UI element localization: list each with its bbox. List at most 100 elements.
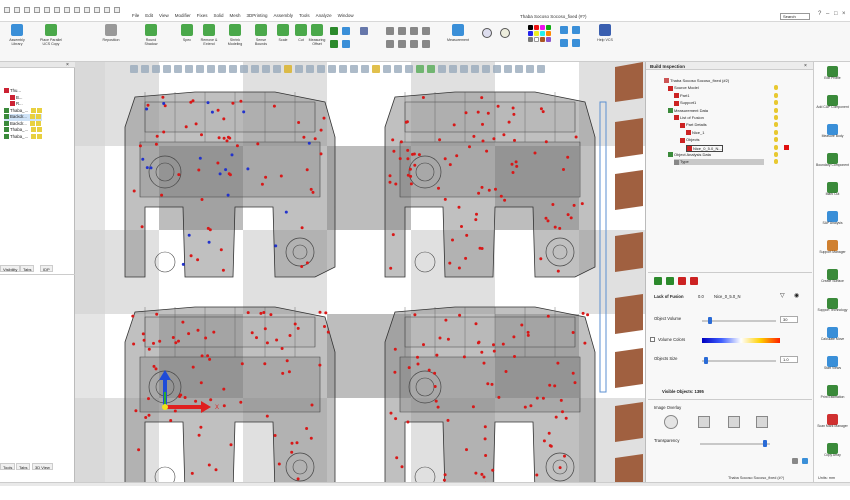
color-swatch-green[interactable] (546, 25, 551, 30)
viewport-tool-icon[interactable] (427, 65, 435, 73)
color-swatch-gray[interactable] (528, 37, 533, 42)
viewport-tool-icon[interactable] (152, 65, 160, 73)
ribbon-button-12[interactable]: Help VCS (594, 24, 616, 60)
inspection-tree-item[interactable]: Part Details (680, 122, 707, 128)
ribbon-button-0[interactable]: Assembly Library (6, 24, 28, 60)
ribbon-button-2[interactable]: Reposition (100, 24, 122, 60)
viewport-tool-icon[interactable] (471, 65, 479, 73)
viewport-tool-icon[interactable] (405, 65, 413, 73)
viewport-tool-icon[interactable] (482, 65, 490, 73)
undo-icon[interactable] (44, 7, 50, 13)
menu-item-solid[interactable]: Solid (214, 13, 224, 21)
blue-arrow-icon-2[interactable] (342, 40, 350, 48)
viewport-tool-icon[interactable] (372, 65, 380, 73)
export-icon[interactable] (802, 458, 808, 464)
tab-idp[interactable]: IDP (40, 265, 53, 272)
eraser-icon[interactable] (560, 39, 568, 47)
inspection-tree-item[interactable]: Objects (680, 137, 700, 143)
ruler-icon[interactable] (114, 7, 120, 13)
visibility-bulb-icon[interactable] (774, 115, 778, 120)
zoom-fit-icon[interactable] (500, 28, 510, 38)
lock-icon[interactable] (37, 133, 43, 139)
viewport-tool-icon[interactable] (460, 65, 468, 73)
tool-start-views[interactable]: Start Views (816, 356, 849, 371)
ribbon-button-7[interactable]: Sense Bounds (250, 24, 272, 60)
menu-item-file[interactable]: File (132, 13, 139, 21)
tool-support-manager[interactable]: Support Manager (816, 240, 849, 255)
menu-item-3dprinting[interactable]: 3DPrinting (247, 13, 268, 21)
color-swatch-red[interactable] (534, 25, 539, 30)
viewport-tool-icon[interactable] (207, 65, 215, 73)
view-icon-2[interactable] (398, 27, 406, 35)
brush-icon[interactable] (560, 26, 568, 34)
zoom-icon[interactable] (482, 28, 492, 38)
tool-edit-profile[interactable]: Edit Profile (816, 66, 849, 81)
green-arrow-icon-2[interactable] (330, 40, 338, 48)
lock-icon[interactable] (37, 107, 43, 113)
visibility-bulb-icon[interactable] (774, 137, 778, 143)
color-swatch-brown[interactable] (540, 37, 545, 42)
minimize-button[interactable]: – (826, 11, 829, 17)
ribbon-button-10[interactable]: Measuring Offset (306, 24, 328, 60)
menu-item-view[interactable]: View (159, 13, 169, 21)
inspection-tree-item[interactable]: Type (674, 159, 764, 165)
viewport-tool-icon[interactable] (295, 65, 303, 73)
view-icon-7[interactable] (410, 40, 418, 48)
color-swatch-white[interactable] (534, 37, 539, 42)
menu-item-analyze[interactable]: Analyze (316, 13, 332, 21)
tool-support-technology[interactable]: Support Technology (816, 298, 849, 313)
visibility-icon[interactable] (31, 107, 37, 113)
delete-icon[interactable] (678, 277, 686, 285)
color-swatch-magenta[interactable] (540, 25, 545, 30)
viewport-tool-icon[interactable] (163, 65, 171, 73)
menu-item-mesh[interactable]: Mesh (230, 13, 241, 21)
viewport-tool-icon[interactable] (174, 65, 182, 73)
viewport-canvas[interactable]: X (75, 62, 645, 482)
visibility-bulb-icon[interactable] (774, 100, 778, 106)
transparency-thumb[interactable] (763, 440, 767, 447)
tool-create-surface[interactable]: Create Surface (816, 269, 849, 284)
visibility-bulb-icon[interactable] (774, 144, 778, 150)
viewport-tool-icon[interactable] (130, 65, 138, 73)
part-tree-item[interactable]: Thaba_... (4, 134, 43, 141)
ribbon-button-6[interactable]: Shrink Modeling (224, 24, 246, 60)
ribbon-button-5[interactable]: Remove & Extend (198, 24, 220, 60)
viewport-tool-icon[interactable] (504, 65, 512, 73)
viewport-tool-icon[interactable] (196, 65, 204, 73)
view-icon-8[interactable] (422, 40, 430, 48)
viewport-tool-icon[interactable] (251, 65, 259, 73)
visibility-bulb-icon[interactable] (774, 85, 778, 91)
cursor-icon[interactable] (84, 7, 90, 13)
viewport-tool-icon[interactable] (438, 65, 446, 73)
viewport-tool-icon[interactable] (185, 65, 193, 73)
grid-icon[interactable] (94, 7, 100, 13)
tool-print-estimation[interactable]: Print Estimation (816, 385, 849, 400)
viewport-tool-icon[interactable] (328, 65, 336, 73)
view-icon-6[interactable] (398, 40, 406, 48)
color-swatch-black[interactable] (528, 25, 533, 30)
tab-visibility[interactable]: Visibility (0, 265, 21, 272)
viewport-tool-icon[interactable] (262, 65, 270, 73)
tool-copy-array[interactable]: Copy Array (816, 443, 849, 458)
close-icon[interactable]: × (804, 63, 807, 69)
camera-icon[interactable] (104, 7, 110, 13)
color-swatch-red[interactable] (784, 144, 789, 150)
visibility-bulb-icon[interactable] (774, 152, 778, 157)
eye-icon[interactable]: ◉ (794, 292, 799, 299)
new-file-icon[interactable] (14, 7, 20, 13)
tab-tabs[interactable]: Tabs (20, 265, 35, 272)
ribbon-button-3[interactable]: Round Shadow (140, 24, 162, 60)
tool-boundary-component[interactable]: Boundary Component (816, 153, 849, 168)
save-icon[interactable] (34, 7, 40, 13)
tool-calculate-move[interactable]: Calculate Move (816, 327, 849, 342)
reset-icon[interactable] (792, 458, 798, 464)
edit-icon[interactable] (666, 277, 674, 285)
inspection-tree-item[interactable]: Object Analysis Data (668, 152, 711, 158)
viewport-tool-icon[interactable] (526, 65, 534, 73)
overlay-square-edit-icon[interactable] (756, 416, 768, 428)
add-icon[interactable] (654, 277, 662, 285)
inspection-tree-item[interactable]: List of Fusion (674, 115, 704, 121)
objects-size-input[interactable]: 1.0 (780, 356, 798, 363)
inspection-tree-item[interactable]: Measurement Data (668, 108, 708, 114)
settings-icon[interactable] (74, 7, 80, 13)
